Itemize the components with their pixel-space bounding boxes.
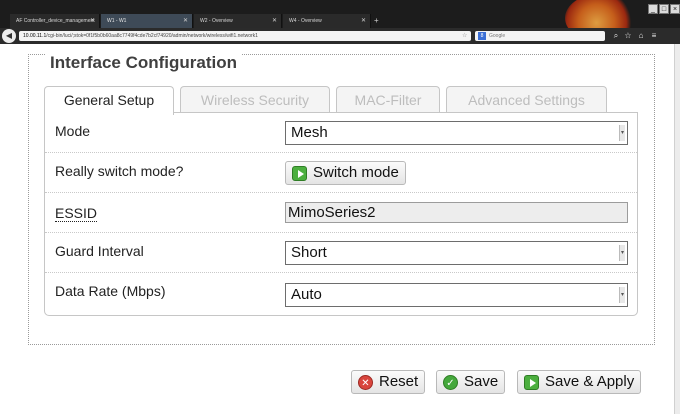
browser-chrome: _ □ × AF Controller_device_management ✕ … (0, 0, 680, 44)
save-button[interactable]: ✓ Save (436, 370, 506, 394)
mode-select[interactable]: Mesh ▾ (285, 121, 628, 145)
play-icon (292, 166, 307, 181)
reset-icon: ✕ (358, 375, 373, 390)
form-row-mode: Mode Mesh ▾ (45, 113, 637, 153)
google-icon: 8 (478, 32, 486, 40)
tab-wireless-security[interactable]: Wireless Security (180, 86, 330, 113)
search-placeholder: Google (489, 33, 506, 39)
search-icon[interactable]: ⌕ (611, 31, 621, 41)
new-tab-button[interactable]: + (374, 14, 379, 28)
chevron-down-icon: ▾ (619, 287, 625, 303)
tab-advanced-settings[interactable]: Advanced Settings (446, 86, 607, 113)
switch-mode-label: Really switch mode? (55, 163, 184, 179)
search-input[interactable]: 8 Google (475, 31, 605, 41)
url-path: /cgi-bin/luci/;stok=0f1f5b0b60aa8c7749f4… (46, 33, 258, 39)
bookmark-star-icon[interactable]: ☆ (462, 31, 467, 41)
mode-value: Mesh (291, 124, 328, 141)
close-icon[interactable]: ✕ (183, 14, 188, 28)
guard-interval-label: Guard Interval (55, 243, 144, 259)
close-window-button[interactable]: × (670, 4, 680, 14)
browser-tab-label: W4 - Overview (289, 18, 322, 24)
bookmark-star-icon[interactable]: ☆ (623, 31, 633, 41)
browser-tab-label: AF Controller_device_management (16, 18, 95, 24)
tab-general-setup[interactable]: General Setup (44, 86, 174, 115)
data-rate-select[interactable]: Auto ▾ (285, 283, 628, 307)
browser-tab-label: W2 - Overview (200, 18, 233, 24)
chevron-down-icon: ▾ (619, 245, 625, 261)
checkmark-icon: ✓ (443, 375, 458, 390)
browser-tab-label: W1 - W1 (107, 18, 127, 24)
browser-tab[interactable]: W2 - Overview ✕ (194, 14, 282, 28)
url-host: 10.00.11.1 (23, 33, 47, 39)
reset-button[interactable]: ✕ Reset (351, 370, 426, 394)
browser-tab-bar: AF Controller_device_management ✕ W1 - W… (0, 14, 680, 28)
section-title: Interface Configuration (46, 52, 242, 74)
minimize-button[interactable]: _ (648, 4, 658, 14)
close-icon[interactable]: ✕ (361, 14, 366, 28)
back-arrow-icon[interactable]: ◀ (2, 29, 16, 43)
mode-label: Mode (55, 123, 91, 139)
close-icon[interactable]: ✕ (272, 14, 277, 28)
guard-interval-value: Short (291, 244, 327, 261)
window-controls: _ □ × (647, 4, 680, 14)
switch-mode-button[interactable]: Switch mode (285, 161, 406, 185)
save-button-label: Save (464, 373, 499, 390)
chevron-down-icon: ▾ (619, 125, 625, 141)
browser-tab[interactable]: W4 - Overview ✕ (283, 14, 371, 28)
data-rate-value: Auto (291, 286, 322, 303)
browser-tab-active[interactable]: W1 - W1 ✕ (101, 14, 193, 28)
close-icon[interactable]: ✕ (90, 14, 95, 28)
tab-mac-filter[interactable]: MAC-Filter (336, 86, 440, 113)
maximize-button[interactable]: □ (659, 4, 669, 14)
form-row-switch-mode: Really switch mode? Switch mode (45, 153, 637, 193)
switch-mode-button-label: Switch mode (313, 164, 399, 181)
form-row-data-rate: Data Rate (Mbps) Auto ▾ (45, 273, 637, 313)
scrollbar[interactable] (674, 44, 680, 414)
reset-button-label: Reset (379, 373, 419, 390)
save-and-apply-button-label: Save & Apply (545, 373, 635, 390)
form-row-guard-interval: Guard Interval Short ▾ (45, 233, 637, 273)
guard-interval-select[interactable]: Short ▾ (285, 241, 628, 265)
menu-icon[interactable]: ≡ (649, 31, 659, 41)
play-icon (524, 375, 539, 390)
data-rate-label: Data Rate (Mbps) (55, 283, 166, 299)
form-row-essid: ESSID MimoSeries2 (45, 193, 637, 233)
essid-label: ESSID (55, 205, 98, 222)
general-setup-form: Mode Mesh ▾ Really switch mode? Switch m… (44, 112, 638, 316)
essid-field[interactable]: MimoSeries2 (285, 202, 628, 223)
url-bar[interactable]: 10.00.11.1/cgi-bin/luci/;stok=0f1f5b0b60… (19, 31, 471, 41)
navigation-bar: ◀ 10.00.11.1/cgi-bin/luci/;stok=0f1f5b0b… (0, 28, 680, 44)
save-and-apply-button[interactable]: Save & Apply (517, 370, 642, 394)
browser-tab[interactable]: AF Controller_device_management ✕ (10, 14, 100, 28)
home-icon[interactable]: ⌂ (636, 31, 646, 41)
